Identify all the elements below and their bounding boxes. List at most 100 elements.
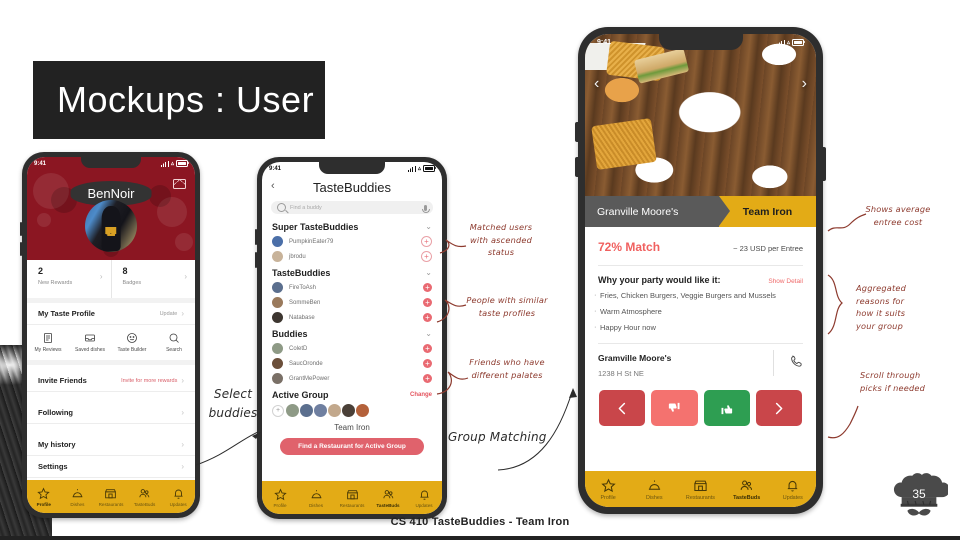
list-item[interactable]: FireToAsh +	[262, 280, 442, 295]
tab-label: Dishes	[70, 501, 85, 507]
tab-restaurants[interactable]: Restaurants	[334, 488, 370, 508]
quick-action-saved-dishes[interactable]: Saved dishes	[69, 325, 111, 360]
row-my-taste-profile[interactable]: My Taste Profile Update ›	[27, 303, 195, 325]
like-button[interactable]	[703, 390, 750, 427]
tab-dishes[interactable]: Dishes	[61, 487, 95, 507]
tab-label: Profile	[36, 501, 51, 507]
buddy-name: ColetD	[289, 345, 308, 352]
list-item[interactable]: GrantMePower +	[262, 371, 442, 386]
active-group-team-name: Team Iron	[334, 423, 370, 432]
tab-updates[interactable]: Updates	[406, 488, 442, 508]
add-buddy-button[interactable]: +	[423, 283, 432, 292]
add-buddy-button[interactable]: +	[423, 374, 432, 383]
list-item[interactable]: SommeBen +	[262, 295, 442, 310]
tab-profile[interactable]: Profile	[27, 487, 61, 507]
avatar[interactable]	[355, 403, 370, 418]
phone2-notch	[319, 162, 385, 174]
tab-label: Dishes	[308, 502, 324, 508]
quick-action-taste-builder[interactable]: Taste Builder	[111, 325, 153, 360]
add-buddy-button[interactable]: +	[423, 359, 432, 368]
avatar	[272, 297, 283, 308]
team-logo: 35	[890, 472, 948, 526]
previous-pick-button[interactable]	[599, 390, 646, 427]
phone1-screen: 9:41 ▵ BenNoir 2 New Rewards › 8 Badges …	[27, 157, 195, 513]
chevron-right-icon: ›	[181, 408, 184, 417]
menu-item-settings[interactable]: Settings ›	[27, 456, 195, 478]
stat-new-rewards[interactable]: 2 New Rewards ›	[27, 260, 111, 298]
tab-updates[interactable]: Updates	[770, 478, 816, 501]
avatar[interactable]	[327, 403, 342, 418]
chevron-right-icon: ›	[184, 272, 187, 281]
phone3-notch	[658, 34, 743, 50]
tab-profile[interactable]: Profile	[585, 478, 631, 501]
show-detail-link[interactable]: Show Detail	[768, 278, 803, 285]
tab-profile[interactable]: Profile	[262, 488, 298, 508]
add-buddy-button[interactable]: +	[421, 251, 432, 262]
storefront-icon	[104, 487, 117, 500]
battery-icon	[792, 39, 805, 46]
menu-item-invite-friends[interactable]: Invite Friends Invite for more rewards ›	[27, 370, 195, 392]
tab-dishes[interactable]: Dishes	[631, 478, 677, 501]
add-buddy-button[interactable]: +	[423, 313, 432, 322]
avatar[interactable]	[313, 403, 328, 418]
tab-restaurants[interactable]: Restaurants	[677, 478, 723, 501]
list-item[interactable]: jbrodu +	[262, 249, 442, 264]
phone-icon[interactable]	[789, 354, 804, 369]
list-item[interactable]: SaucOronde +	[262, 356, 442, 371]
bell-icon	[418, 488, 431, 501]
search-icon	[277, 203, 286, 212]
stat-badges[interactable]: 8 Badges ›	[110, 260, 196, 298]
tab-tastebuds[interactable]: TasteBuds	[724, 478, 770, 501]
buddies-list[interactable]: Super TasteBuddies ⌄ PumpkinEater79 + jb…	[262, 218, 442, 481]
add-buddy-button[interactable]: +	[423, 344, 432, 353]
gallery-prev-chevron-left-icon[interactable]: ‹	[594, 76, 599, 92]
add-buddy-button[interactable]: +	[423, 298, 432, 307]
tab-tastebuds[interactable]: TasteBuds	[128, 487, 162, 507]
section-header-tastebuddies[interactable]: TasteBuddies ⌄	[262, 264, 442, 280]
microphone-icon[interactable]	[422, 204, 431, 213]
tab-dishes[interactable]: Dishes	[298, 488, 334, 508]
section-header-super-tastebuddies[interactable]: Super TasteBuddies ⌄	[262, 218, 442, 234]
chevron-right-icon: ›	[181, 309, 184, 318]
add-buddy-button[interactable]: +	[421, 236, 432, 247]
tab-restaurants[interactable]: Restaurants	[94, 487, 128, 507]
dislike-button[interactable]	[651, 390, 698, 427]
add-member-button[interactable]: +	[272, 404, 284, 417]
menu-item-label: My history	[38, 440, 76, 449]
chevron-down-icon[interactable]: ⌄	[425, 269, 432, 277]
menu-item-my-history[interactable]: My history ›	[27, 434, 195, 456]
quick-action-search[interactable]: Search	[153, 325, 195, 360]
change-group-button[interactable]: Change	[410, 392, 432, 398]
search-bar[interactable]: Find a buddy	[271, 201, 433, 214]
title-banner: Mockups : User	[33, 61, 325, 139]
star-icon	[37, 487, 51, 500]
list-item[interactable]: Natabase +	[262, 310, 442, 325]
tab-updates[interactable]: Updates	[161, 487, 195, 507]
list-item[interactable]: PumpkinEater79 +	[262, 234, 442, 249]
match-row: 72% Match ~ 23 USD per Entree	[585, 227, 816, 254]
quick-action-my-reviews[interactable]: My Reviews	[27, 325, 69, 360]
profile-hero: 9:41 ▵ BenNoir	[27, 157, 195, 260]
menu-item-label: Invite Friends	[38, 376, 87, 385]
chevron-right-icon: ›	[181, 440, 184, 449]
phone-mockup-profile: 9:41 ▵ BenNoir 2 New Rewards › 8 Badges …	[20, 152, 200, 518]
avatar[interactable]	[341, 403, 356, 418]
reason-item: Happy Hour now	[585, 317, 816, 333]
menu-item-following[interactable]: Following ›	[27, 402, 195, 424]
profile-avatar[interactable]	[85, 200, 137, 252]
annotation-aggregated-reasons: Aggregated reasons for how it suits your…	[856, 283, 907, 332]
tab-tastebuds[interactable]: TasteBuds	[370, 488, 406, 508]
avatar[interactable]	[299, 403, 314, 418]
gallery-next-chevron-right-icon[interactable]: ›	[802, 76, 807, 92]
mail-icon[interactable]	[173, 179, 186, 189]
find-restaurant-button[interactable]: Find a Restaurant for Active Group	[280, 438, 424, 455]
list-item[interactable]: ColetD +	[262, 341, 442, 356]
chevron-down-icon[interactable]: ⌄	[425, 330, 432, 338]
battery-icon	[423, 165, 436, 172]
row-action[interactable]: Update	[160, 311, 178, 317]
section-header-buddies[interactable]: Buddies ⌄	[262, 325, 442, 341]
chevron-down-icon[interactable]: ⌄	[425, 223, 432, 231]
avatar[interactable]	[285, 403, 300, 418]
next-pick-button[interactable]	[755, 390, 802, 427]
chevron-left-icon[interactable]: ‹	[271, 181, 275, 192]
